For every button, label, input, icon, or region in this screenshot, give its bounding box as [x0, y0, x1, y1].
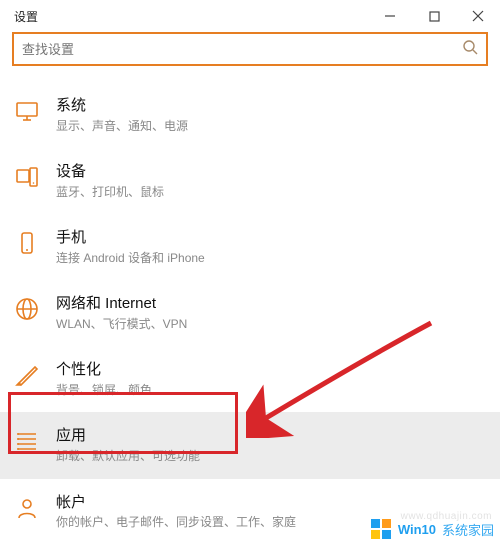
item-system[interactable]: 系统 显示、声音、通知、电源: [0, 82, 500, 148]
titlebar: 设置: [0, 0, 500, 32]
paintbrush-icon: [14, 362, 40, 388]
item-subtitle: 显示、声音、通知、电源: [56, 119, 484, 135]
item-network[interactable]: 网络和 Internet WLAN、飞行模式、VPN: [0, 280, 500, 346]
search-icon: [462, 39, 478, 60]
item-title: 网络和 Internet: [56, 294, 484, 314]
settings-list: 系统 显示、声音、通知、电源 设备 蓝牙、打印机、鼠标 手机 连接 Androi…: [0, 72, 500, 545]
item-title: 设备: [56, 162, 484, 182]
search-input[interactable]: [22, 42, 462, 57]
window-title: 设置: [14, 8, 368, 25]
item-devices[interactable]: 设备 蓝牙、打印机、鼠标: [0, 148, 500, 214]
close-button[interactable]: [456, 0, 500, 32]
item-personalization[interactable]: 个性化 背景、锁屏、颜色: [0, 346, 500, 412]
display-icon: [14, 98, 40, 124]
item-title: 帐户: [56, 493, 484, 513]
item-subtitle: 连接 Android 设备和 iPhone: [56, 251, 484, 267]
item-title: 个性化: [56, 360, 484, 380]
window-controls: [368, 0, 500, 32]
search-container: [0, 32, 500, 72]
item-subtitle: 蓝牙、打印机、鼠标: [56, 185, 484, 201]
item-title: 应用: [56, 426, 484, 446]
watermark-url: www.qdhuajin.com: [401, 511, 492, 522]
item-subtitle: 卸载、默认应用、可选功能: [56, 449, 484, 465]
item-phone[interactable]: 手机 连接 Android 设备和 iPhone: [0, 214, 500, 280]
item-title: 系统: [56, 96, 484, 116]
devices-icon: [14, 164, 40, 190]
person-icon: [14, 495, 40, 521]
globe-icon: [14, 296, 40, 322]
item-title: 手机: [56, 228, 484, 248]
phone-icon: [14, 230, 40, 256]
minimize-button[interactable]: [368, 0, 412, 32]
maximize-button[interactable]: [412, 0, 456, 32]
apps-icon: [14, 428, 40, 454]
item-subtitle: WLAN、飞行模式、VPN: [56, 317, 484, 333]
item-subtitle: 背景、锁屏、颜色: [56, 383, 484, 399]
search-box[interactable]: [12, 32, 488, 66]
item-apps[interactable]: 应用 卸载、默认应用、可选功能: [0, 412, 500, 478]
